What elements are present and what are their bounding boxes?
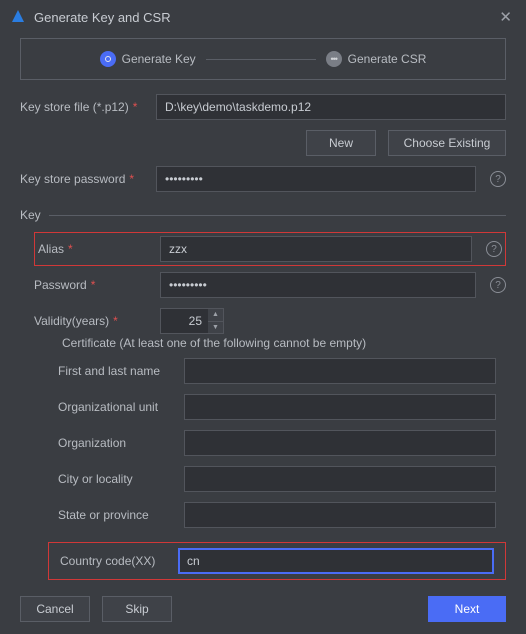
close-icon[interactable]: ✕ [495,6,516,28]
step-generate-csr: ••• Generate CSR [326,51,427,67]
spinner-buttons: ▲ ▼ [208,308,224,334]
titlebar: Generate Key and CSR ✕ [0,0,526,34]
validity-row: Validity(years)* ▲ ▼ [34,308,506,334]
spinner-down-icon[interactable]: ▼ [208,322,223,334]
org-row: Organization [58,430,496,456]
key-password-row: Password* ? [34,272,506,298]
step2-label: Generate CSR [348,52,427,66]
app-logo-icon [10,9,26,25]
divider [49,215,506,216]
orgunit-row: Organizational unit [58,394,496,420]
choose-existing-button[interactable]: Choose Existing [388,130,506,156]
certificate-group: Certificate (At least one of the followi… [48,344,506,540]
country-label: Country code(XX) [60,554,168,568]
spinner-up-icon[interactable]: ▲ [208,309,223,322]
orgunit-label: Organizational unit [58,400,174,414]
firstname-label: First and last name [58,364,174,378]
window-title: Generate Key and CSR [34,10,487,25]
new-button[interactable]: New [306,130,376,156]
alias-highlight: Alias* ? [34,232,506,266]
footer: Cancel Skip Next [20,594,506,622]
stepper: Generate Key ••• Generate CSR [20,38,506,80]
validity-input[interactable] [160,308,208,334]
alias-row: Alias* ? [38,236,502,262]
org-label: Organization [58,436,174,450]
firstname-row: First and last name [58,358,496,384]
country-input[interactable] [178,548,494,574]
key-password-label: Password* [34,278,154,292]
validity-spinner: ▲ ▼ [160,308,224,334]
org-input[interactable] [184,430,496,456]
firstname-input[interactable] [184,358,496,384]
country-row: Country code(XX) [52,546,502,576]
skip-button[interactable]: Skip [102,596,172,622]
step-generate-key: Generate Key [100,51,196,67]
dialog: Generate Key and CSR ✕ Generate Key ••• … [0,0,526,607]
state-row: State or province [58,502,496,528]
alias-input[interactable] [160,236,472,262]
help-icon[interactable]: ? [490,277,506,293]
validity-label: Validity(years)* [34,314,154,328]
step-inactive-icon: ••• [326,51,342,67]
country-highlight: Country code(XX) [48,542,506,580]
state-label: State or province [58,508,174,522]
step-connector [206,59,316,60]
keystore-file-label: Key store file (*.p12)* [20,100,150,114]
key-section-header: Key [20,208,506,222]
keystore-password-label: Key store password* [20,172,150,186]
keystore-file-row: Key store file (*.p12)* [20,94,506,120]
keystore-password-input[interactable] [156,166,476,192]
certificate-legend: Certificate (At least one of the followi… [58,336,370,350]
key-section-label: Key [20,208,41,222]
keystore-buttons: New Choose Existing [20,130,506,156]
help-icon[interactable]: ? [490,171,506,187]
next-button[interactable]: Next [428,596,506,622]
alias-label: Alias* [38,242,154,256]
state-input[interactable] [184,502,496,528]
city-row: City or locality [58,466,496,492]
cancel-button[interactable]: Cancel [20,596,90,622]
keystore-file-input[interactable] [156,94,506,120]
help-icon[interactable]: ? [486,241,502,257]
city-input[interactable] [184,466,496,492]
content: Generate Key ••• Generate CSR Key store … [0,34,526,634]
step1-label: Generate Key [122,52,196,66]
keystore-password-row: Key store password* ? [20,166,506,192]
city-label: City or locality [58,472,174,486]
orgunit-input[interactable] [184,394,496,420]
step-active-icon [100,51,116,67]
key-password-input[interactable] [160,272,476,298]
